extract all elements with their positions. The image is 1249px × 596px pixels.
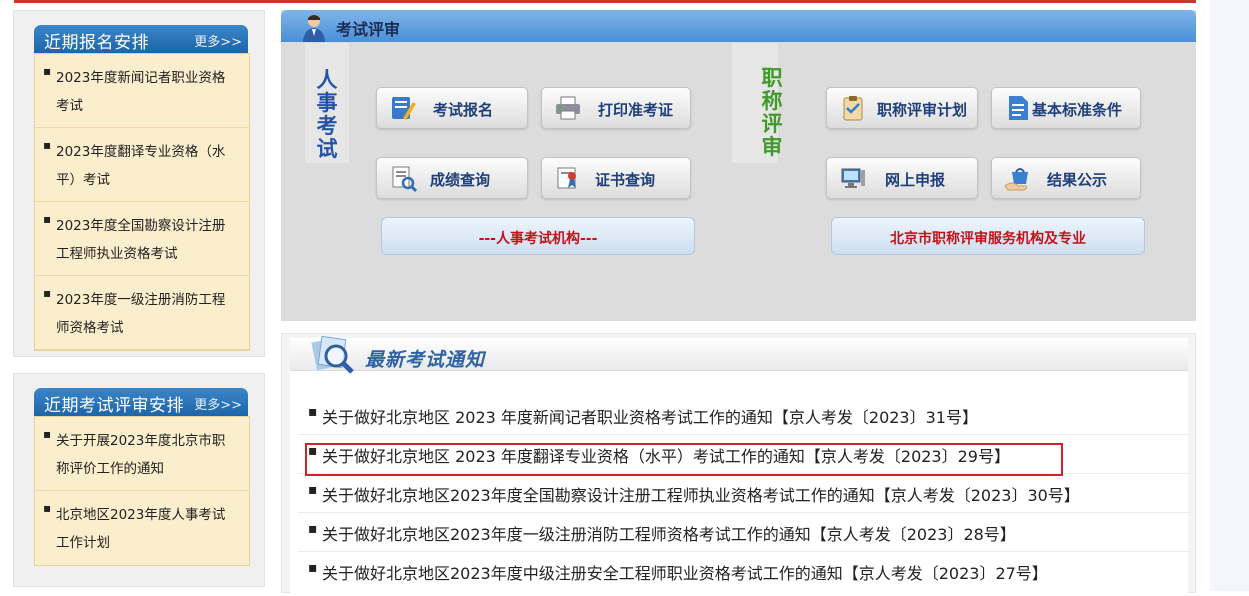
label-char: 审 bbox=[761, 134, 783, 159]
notice-row[interactable]: ▪ 关于做好北京地区2023年度中级注册安全工程师职业资格考试工作的通知【京人考… bbox=[298, 552, 1190, 590]
label-char: 事 bbox=[316, 90, 338, 115]
label-char: 试 bbox=[316, 136, 338, 161]
bullet: ▪ bbox=[43, 501, 52, 515]
exam-review-header: 考试评审 bbox=[281, 10, 1196, 42]
exam-review-panel: 考试评审 人 事 考 试 职 称 评 审 考试报名 打印准考证 职称评审计划 基… bbox=[281, 10, 1196, 321]
registration-schedule-list: ▪ 2023年度新闻记者职业资格考试 ▪ 2023年度翻译专业资格（水平）考试 … bbox=[34, 53, 250, 351]
label-char: 人 bbox=[316, 67, 338, 92]
title-review-label: 职 称 评 审 bbox=[757, 66, 787, 158]
exam-registration-label: 考试报名 bbox=[433, 101, 494, 119]
online-declaration-label: 网上申报 bbox=[885, 171, 946, 189]
bullet: ▪ bbox=[43, 427, 52, 441]
registration-schedule-title: 近期报名安排 bbox=[44, 33, 149, 53]
title-review-agencies-label: 北京市职称评审服务机构及专业 bbox=[890, 231, 1086, 247]
exam-registration-button[interactable]: 考试报名 bbox=[376, 87, 528, 129]
result-announcement-button[interactable]: 结果公示 bbox=[991, 157, 1141, 199]
basic-standards-label: 基本标准条件 bbox=[1032, 101, 1123, 119]
list-item[interactable]: ▪ 关于开展2023年度北京市职称评价工作的通知 bbox=[35, 417, 249, 491]
personnel-exam-agency-button[interactable]: ---人事考试机构--- bbox=[381, 217, 695, 255]
person-icon bbox=[303, 15, 325, 42]
score-query-button[interactable]: 成绩查询 bbox=[376, 157, 528, 199]
list-item[interactable]: ▪ 北京地区2023年度人事考试工作计划 bbox=[35, 491, 249, 564]
highlight-annotation-box bbox=[305, 443, 1063, 476]
personnel-exam-label: 人 事 考 试 bbox=[312, 68, 342, 160]
notice-row[interactable]: ▪ 关于做好北京地区2023年度一级注册消防工程师资格考试工作的通知【京人考发〔… bbox=[298, 513, 1190, 552]
notice-link[interactable]: 关于做好北京地区2023年度中级注册安全工程师职业资格考试工作的通知【京人考发〔… bbox=[322, 560, 1048, 584]
certificate-query-button[interactable]: 证书查询 bbox=[541, 157, 691, 199]
bullet: ▪ bbox=[43, 64, 52, 78]
list-item[interactable]: ▪ 2023年度翻译专业资格（水平）考试 bbox=[35, 128, 249, 202]
exam-review-schedule-list: ▪ 关于开展2023年度北京市职称评价工作的通知 ▪ 北京地区2023年度人事考… bbox=[34, 416, 250, 566]
list-item[interactable]: ▪ 2023年度全国勘察设计注册工程师执业资格考试 bbox=[35, 202, 249, 276]
computer-icon bbox=[841, 168, 865, 188]
bullet: ▪ bbox=[43, 212, 52, 226]
clipboard-icon bbox=[843, 96, 863, 121]
list-item-label[interactable]: 2023年度翻译专业资格（水平）考试 bbox=[56, 138, 232, 194]
label-char: 职 bbox=[761, 65, 783, 90]
label-char: 评 bbox=[761, 111, 783, 136]
list-item[interactable]: ▪ 2023年度一级注册消防工程师资格考试 bbox=[35, 276, 249, 350]
exam-review-schedule-more-link[interactable]: 更多>> bbox=[194, 394, 242, 413]
pencil-form-icon bbox=[392, 97, 416, 120]
personnel-exam-agency-label: ---人事考试机构--- bbox=[478, 231, 598, 247]
list-item[interactable]: ▪ 2023年度新闻记者职业资格考试 bbox=[35, 54, 249, 128]
latest-exam-notices-header: 最新考试通知 bbox=[290, 335, 1188, 374]
title-review-plan-button[interactable]: 职称评审计划 bbox=[826, 87, 978, 129]
list-item-label[interactable]: 2023年度全国勘察设计注册工程师执业资格考试 bbox=[56, 212, 232, 268]
printer-icon bbox=[556, 96, 580, 120]
print-admission-button[interactable]: 打印准考证 bbox=[541, 87, 691, 129]
bullet: ▪ bbox=[308, 404, 318, 420]
exam-review-schedule-header: 近期考试评审安排 更多>> bbox=[34, 388, 248, 416]
bullet: ▪ bbox=[308, 560, 318, 576]
notice-link[interactable]: 关于做好北京地区2023年度一级注册消防工程师资格考试工作的通知【京人考发〔20… bbox=[322, 521, 1016, 545]
bullet: ▪ bbox=[43, 286, 52, 300]
bullet: ▪ bbox=[43, 138, 52, 152]
top-accent-bar bbox=[14, 0, 1196, 3]
magnifier-document-icon bbox=[311, 335, 354, 374]
notice-link[interactable]: 关于做好北京地区 2023 年度新闻记者职业资格考试工作的通知【京人考发〔202… bbox=[322, 404, 978, 428]
registration-schedule-more-link[interactable]: 更多>> bbox=[194, 31, 242, 50]
bullet: ▪ bbox=[308, 521, 318, 537]
list-item-label[interactable]: 2023年度一级注册消防工程师资格考试 bbox=[56, 286, 232, 342]
registration-schedule-header: 近期报名安排 更多>> bbox=[34, 25, 248, 53]
certificate-query-label: 证书查询 bbox=[595, 171, 656, 189]
registration-schedule-panel: 近期报名安排 更多>> ▪ 2023年度新闻记者职业资格考试 ▪ 2023年度翻… bbox=[13, 10, 265, 357]
right-gutter bbox=[1210, 0, 1249, 591]
notice-link[interactable]: 关于做好北京地区2023年度全国勘察设计注册工程师执业资格考试工作的通知【京人考… bbox=[322, 482, 1080, 506]
online-declaration-button[interactable]: 网上申报 bbox=[826, 157, 978, 199]
title-review-plan-label: 职称评审计划 bbox=[877, 101, 968, 119]
bullet: ▪ bbox=[308, 482, 318, 498]
notice-row[interactable]: ▪ 关于做好北京地区 2023 年度新闻记者职业资格考试工作的通知【京人考发〔2… bbox=[298, 396, 1190, 435]
hand-bag-icon bbox=[1004, 168, 1028, 191]
result-announcement-label: 结果公示 bbox=[1047, 171, 1108, 189]
list-item-label[interactable]: 关于开展2023年度北京市职称评价工作的通知 bbox=[56, 427, 232, 483]
basic-standards-button[interactable]: 基本标准条件 bbox=[991, 87, 1141, 129]
exam-review-schedule-panel: 近期考试评审安排 更多>> ▪ 关于开展2023年度北京市职称评价工作的通知 ▪… bbox=[13, 373, 265, 587]
list-item-label[interactable]: 2023年度新闻记者职业资格考试 bbox=[56, 64, 232, 120]
score-query-label: 成绩查询 bbox=[430, 171, 491, 189]
print-admission-label: 打印准考证 bbox=[598, 101, 674, 119]
label-char: 考 bbox=[316, 113, 338, 138]
exam-review-schedule-title: 近期考试评审安排 bbox=[44, 396, 184, 416]
label-char: 称 bbox=[761, 88, 783, 113]
exam-review-title: 考试评审 bbox=[336, 20, 401, 39]
latest-exam-notices-title: 最新考试通知 bbox=[365, 349, 486, 371]
title-review-agencies-button[interactable]: 北京市职称评审服务机构及专业 bbox=[831, 217, 1145, 255]
certificate-icon bbox=[557, 167, 576, 189]
notice-row[interactable]: ▪ 关于做好北京地区2023年度全国勘察设计注册工程师执业资格考试工作的通知【京… bbox=[298, 474, 1190, 513]
list-item-label[interactable]: 北京地区2023年度人事考试工作计划 bbox=[56, 501, 232, 557]
document-icon bbox=[1009, 96, 1028, 120]
document-search-icon bbox=[392, 166, 417, 192]
